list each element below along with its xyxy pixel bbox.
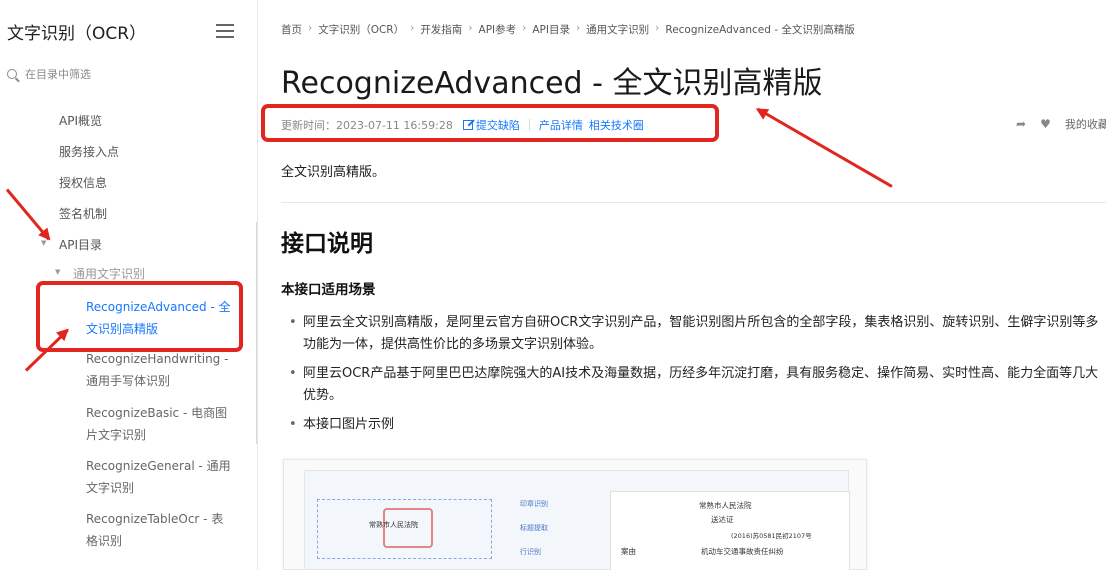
annotation-box-sidebar — [36, 281, 243, 352]
breadcrumb-api-ref[interactable]: API参考 — [479, 22, 517, 37]
page-title: RecognizeAdvanced - 全文识别高精版 — [281, 66, 823, 101]
breadcrumb-current: RecognizeAdvanced - 全文识别高精版 — [665, 24, 855, 36]
breadcrumb-ocr[interactable]: 文字识别（OCR） — [318, 22, 404, 37]
share-icon[interactable]: ➦ — [1016, 117, 1026, 131]
sidebar-item-general-ocr[interactable]: 通用文字识别 — [55, 265, 145, 282]
heart-icon[interactable]: ♥ — [1040, 117, 1051, 131]
search-icon — [7, 69, 17, 79]
example-image: 常熟市人民法院 印章识别 标题提取 行识别 常熟市人民法院 送达证 (2016)… — [283, 459, 867, 570]
breadcrumb: 首页 › 文字识别（OCR） › 开发指南 › API参考 › API目录 › 通用文字识… — [281, 22, 855, 37]
annotation-box-meta — [261, 104, 719, 142]
breadcrumb-general-ocr[interactable]: 通用文字识别 — [586, 22, 649, 37]
bullet-list: 阿里云全文识别高精版，是阿里云官方自研OCR文字识别产品，智能识别图片所包含的全… — [289, 312, 1106, 443]
main-content: 首页 › 文字识别（OCR） › 开发指南 › API参考 › API目录 › 通用文字识… — [259, 0, 1106, 570]
sidebar-subitem-recognize-basic[interactable]: RecognizeBasic - 电商图片文字识别 — [86, 402, 231, 446]
list-item: 本接口图片示例 — [289, 414, 1106, 436]
search-placeholder: 在目录中筛选 — [25, 68, 91, 81]
sidebar-subitem-recognize-general[interactable]: RecognizeGeneral - 通用文字识别 — [86, 455, 231, 499]
sidebar-search[interactable]: 在目录中筛选 — [7, 66, 91, 82]
divider — [281, 202, 1106, 203]
favorites-link[interactable]: 我的收藏 — [1065, 116, 1106, 132]
sample-document: 常熟市人民法院 送达证 (2016)苏0581民初2107号 案由 机动车交通事… — [610, 491, 850, 570]
breadcrumb-api-catalog[interactable]: API目录 — [532, 22, 570, 37]
doc-number: (2016)苏0581民初2107号 — [731, 532, 812, 540]
label-title: 标题提取 — [520, 524, 548, 532]
sidebar-item-api-overview[interactable]: API概览 — [59, 112, 102, 129]
label-line: 行识别 — [520, 548, 541, 556]
sidebar-item-auth[interactable]: 授权信息 — [59, 174, 107, 191]
sidebar-item-signature[interactable]: 签名机制 — [59, 205, 107, 222]
sidebar-subitem-recognize-table[interactable]: RecognizeTableOcr - 表格识别 — [86, 508, 231, 552]
lead-text: 全文识别高精版。 — [281, 165, 386, 180]
list-item: 阿里云OCR产品基于阿里巴巴达摩院强大的AI技术及海量数据，历经多年沉淀打磨，具… — [289, 363, 1106, 407]
sidebar-scrollbar[interactable] — [256, 222, 257, 444]
label-seal: 印章识别 — [520, 500, 548, 508]
sidebar-item-api-catalog[interactable]: API目录 — [41, 236, 102, 253]
page-root: 文字识别（OCR） 在目录中筛选 API概览 服务接入点 授权信息 签名机制 A… — [0, 0, 1106, 570]
doc-subtitle: 送达证 — [711, 515, 734, 524]
section-title: 接口说明 — [281, 231, 373, 257]
doc-value: 机动车交通事故责任纠纷 — [701, 547, 784, 556]
doc-title: 常熟市人民法院 — [699, 501, 752, 510]
breadcrumb-dev-guide[interactable]: 开发指南 — [420, 22, 462, 37]
sidebar-subitem-recognize-handwriting[interactable]: RecognizeHandwriting - 通用手写体识别 — [86, 348, 231, 392]
sidebar-title: 文字识别（OCR） — [7, 24, 147, 44]
subsection-title: 本接口适用场景 — [281, 282, 376, 298]
list-item: 阿里云全文识别高精版，是阿里云官方自研OCR文字识别产品，智能识别图片所包含的全… — [289, 312, 1106, 356]
stamp-text: 常熟市人民法院 — [369, 521, 418, 529]
right-tools: ➦ ♥ 我的收藏 — [1016, 116, 1106, 132]
doc-field: 案由 — [621, 547, 636, 556]
example-diagram: 常熟市人民法院 印章识别 标题提取 行识别 常熟市人民法院 送达证 (2016)… — [304, 470, 850, 570]
menu-icon[interactable] — [216, 24, 234, 38]
breadcrumb-home[interactable]: 首页 — [281, 22, 302, 37]
sidebar-item-endpoints[interactable]: 服务接入点 — [59, 143, 119, 160]
